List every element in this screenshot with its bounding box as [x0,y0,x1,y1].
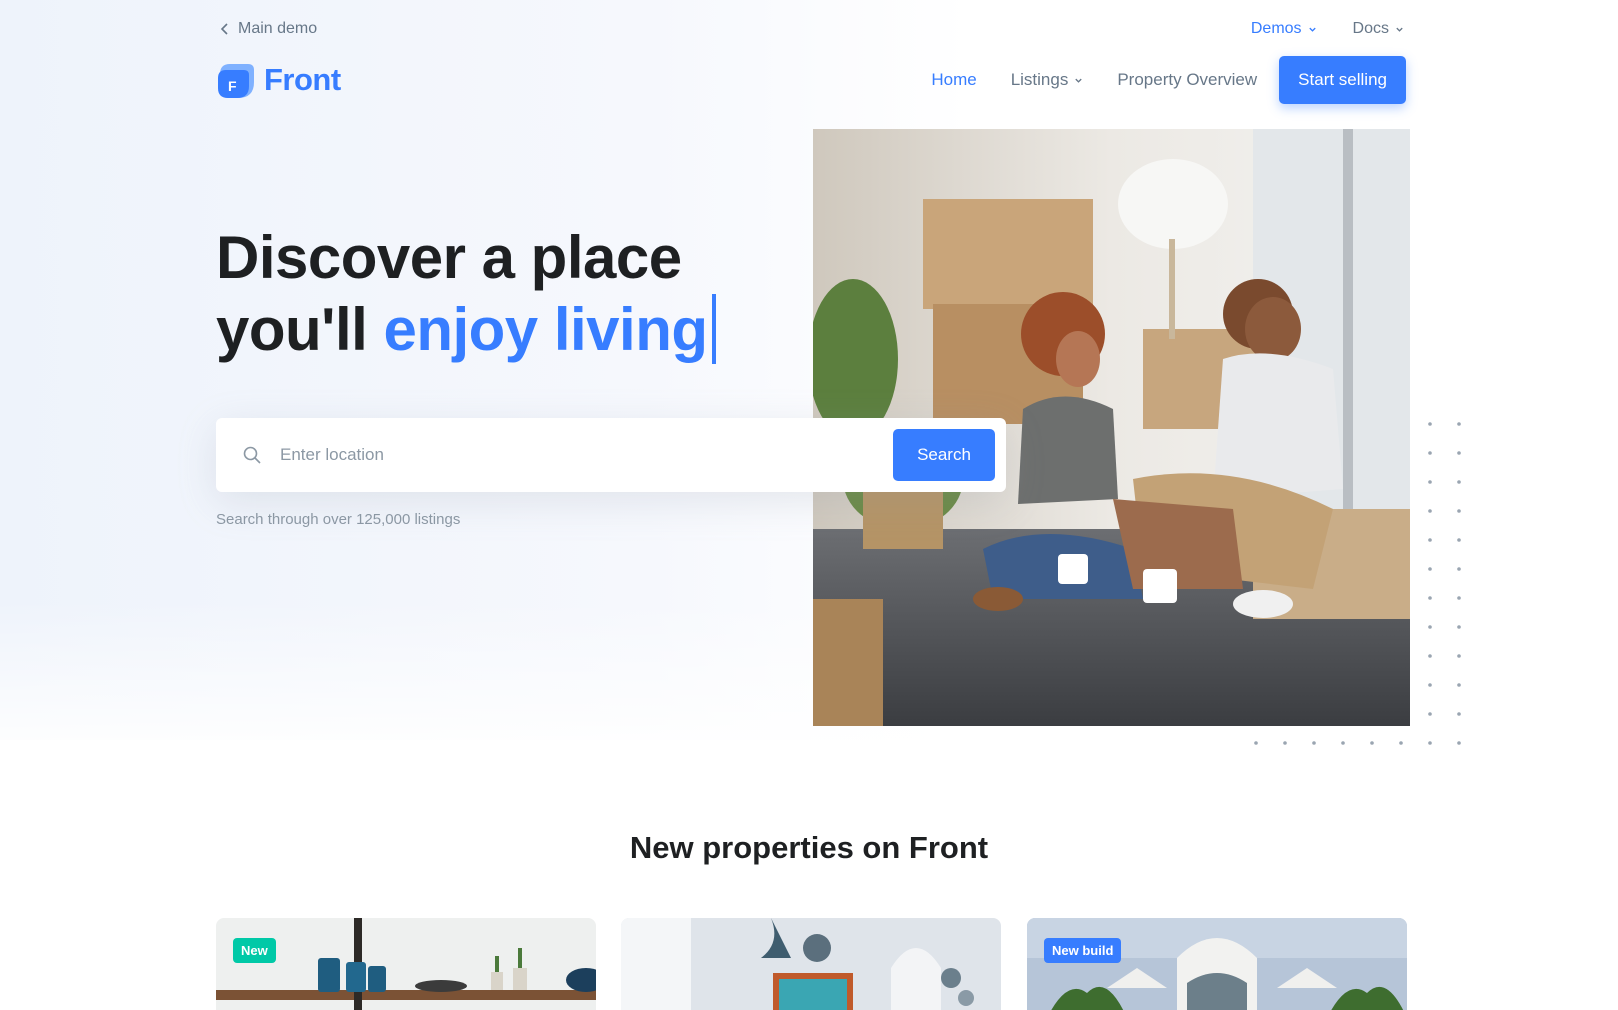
chevron-left-icon [220,23,228,35]
back-link-label: Main demo [238,20,318,37]
headline-highlight-text: enjoy living [383,296,708,363]
brand-name: Front [264,62,341,97]
back-to-main-demo-link[interactable]: Main demo [220,20,317,38]
search-form: Search [216,418,1006,492]
hero-headline: Discover a place you'll enjoy living [216,222,738,366]
search-button[interactable]: Search [893,429,995,481]
nav-links: Home Listings Property Overview Start se… [931,56,1406,104]
location-search-input[interactable] [280,436,840,474]
property-card[interactable]: New [216,918,596,1010]
nav-property-overview[interactable]: Property Overview [1117,70,1257,90]
brand-logo[interactable]: F Front [216,60,341,100]
chevron-down-icon [1075,78,1083,83]
search-hint-text: Search through over 125,000 listings [216,511,461,528]
chevron-down-icon [1308,27,1316,32]
chevron-down-icon [1396,27,1403,32]
topbar: Main demo Demos Docs [0,0,1618,58]
demos-label: Demos [1250,20,1302,37]
typing-caret [711,294,716,364]
headline-line-2: you'll enjoy living [216,294,738,366]
property-card-image [1027,918,1407,1010]
section-title: New properties on Front [629,830,989,865]
decorative-dots [1254,422,1461,745]
main-navbar: F Front Home Listings Property Overview … [216,56,1406,104]
nav-property-overview-label: Property Overview [1117,70,1258,89]
nav-home[interactable]: Home [931,70,976,90]
nav-listings-label: Listings [1010,70,1069,89]
headline-highlight: enjoy living [383,294,738,366]
docs-dropdown[interactable]: Docs [1353,20,1404,38]
nav-listings-dropdown[interactable]: Listings [1011,70,1084,90]
logo-letter: F [228,78,237,94]
nav-home-label: Home [931,70,977,89]
property-card[interactable] [621,918,1001,1010]
topbar-right-menu: Demos Docs [1251,20,1404,38]
front-logo-icon: F [218,64,254,98]
property-card-image [216,918,596,1010]
property-badge: New [233,938,276,963]
demos-dropdown[interactable]: Demos [1251,20,1317,38]
property-card-image [621,918,1001,1010]
search-icon [243,446,261,464]
docs-label: Docs [1352,20,1389,37]
property-card[interactable]: New build [1027,918,1407,1010]
property-badge: New build [1044,938,1122,963]
headline-line-1: Discover a place [216,224,682,291]
start-selling-button[interactable]: Start selling [1279,56,1406,104]
headline-prefix: you'll [216,296,368,363]
